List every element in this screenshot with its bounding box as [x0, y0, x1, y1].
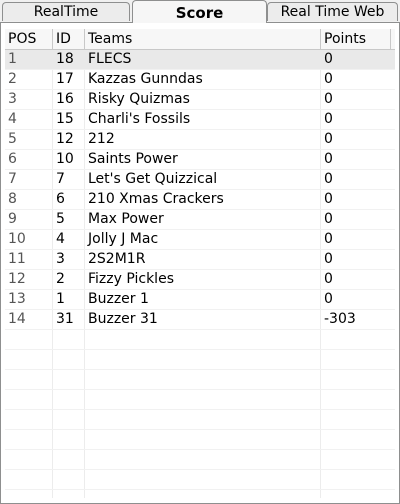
table-row[interactable]: 8 6 210 Xmas Crackers 0: [5, 190, 395, 210]
cell-id: 1: [56, 291, 65, 307]
cell-team: 210 Xmas Crackers: [88, 191, 224, 207]
table-row[interactable]: 9 5 Max Power 0: [5, 210, 395, 230]
cell-id: 16: [56, 91, 74, 107]
empty-row[interactable]: [5, 470, 395, 490]
cell-pos: 13: [8, 291, 26, 307]
cell-points: 0: [324, 171, 333, 187]
empty-row[interactable]: [5, 450, 395, 470]
cell-id: 6: [56, 191, 65, 207]
cell-team: 2S2M1R: [88, 251, 146, 267]
cell-points: 0: [324, 211, 333, 227]
tab-score[interactable]: Score: [132, 0, 267, 23]
cell-pos: 7: [8, 171, 17, 187]
cell-team: 212: [88, 131, 115, 147]
table-row[interactable]: 4 15 Charli's Fossils 0: [5, 110, 395, 130]
cell-points: 0: [324, 271, 333, 287]
cell-id: 17: [56, 71, 74, 87]
cell-team: Let's Get Quizzical: [88, 171, 218, 187]
cell-team: Charli's Fossils: [88, 111, 191, 127]
cell-id: 7: [56, 171, 65, 187]
table-body: 1 18 FLECS 0 2 17 Kazzas Gunndas 0 3 16 Risky Quiz…: [5, 50, 395, 490]
cell-team: Buzzer 1: [88, 291, 149, 307]
cell-id: 5: [56, 211, 65, 227]
cell-team: FLECS: [88, 51, 132, 67]
table-row[interactable]: 11 3 2S2M1R 0: [5, 250, 395, 270]
table-row[interactable]: 2 17 Kazzas Gunndas 0: [5, 70, 395, 90]
table-row[interactable]: 7 7 Let's Get Quizzical 0: [5, 170, 395, 190]
cell-points: 0: [324, 51, 333, 67]
cell-pos: 3: [8, 91, 17, 107]
cell-team: Kazzas Gunndas: [88, 71, 203, 87]
cell-points: 0: [324, 91, 333, 107]
cell-points: 0: [324, 71, 333, 87]
score-table: POS ID Teams Points 1 18 FLECS 0 2 17 Kazzas G…: [5, 29, 395, 499]
table-row[interactable]: 10 4 Jolly J Mac 0: [5, 230, 395, 250]
table-row[interactable]: 13 1 Buzzer 1 0: [5, 290, 395, 310]
cell-team: Max Power: [88, 211, 164, 227]
cell-team: Saints Power: [88, 151, 178, 167]
empty-row[interactable]: [5, 390, 395, 410]
cell-id: 15: [56, 111, 74, 127]
cell-team: Buzzer 31: [88, 311, 158, 327]
cell-pos: 12: [8, 271, 26, 287]
empty-row[interactable]: [5, 330, 395, 350]
cell-pos: 9: [8, 211, 17, 227]
empty-row[interactable]: [5, 430, 395, 450]
cell-team: Fizzy Pickles: [88, 271, 174, 287]
cell-pos: 14: [8, 311, 26, 327]
cell-pos: 4: [8, 111, 17, 127]
cell-pos: 8: [8, 191, 17, 207]
cell-id: 18: [56, 51, 74, 67]
empty-row[interactable]: [5, 410, 395, 430]
cell-id: 31: [56, 311, 74, 327]
score-panel: POS ID Teams Points 1 18 FLECS 0 2 17 Kazzas G…: [0, 22, 400, 504]
cell-id: 12: [56, 131, 74, 147]
cell-points: 0: [324, 131, 333, 147]
column-header-pos[interactable]: POS: [5, 29, 53, 49]
cell-pos: 11: [8, 251, 26, 267]
cell-id: 4: [56, 231, 65, 247]
table-row[interactable]: 12 2 Fizzy Pickles 0: [5, 270, 395, 290]
cell-points: -303: [324, 311, 356, 327]
cell-pos: 10: [8, 231, 26, 247]
cell-team: Risky Quizmas: [88, 91, 190, 107]
cell-pos: 6: [8, 151, 17, 167]
cell-points: 0: [324, 111, 333, 127]
table-row[interactable]: 3 16 Risky Quizmas 0: [5, 90, 395, 110]
cell-points: 0: [324, 251, 333, 267]
cell-points: 0: [324, 151, 333, 167]
tab-bar: RealTime Real Time Web Score: [0, 0, 400, 23]
column-header-points[interactable]: Points: [321, 29, 391, 49]
cell-team: Jolly J Mac: [88, 231, 159, 247]
column-header-teams[interactable]: Teams: [85, 29, 321, 49]
cell-points: 0: [324, 291, 333, 307]
table-row[interactable]: 6 10 Saints Power 0: [5, 150, 395, 170]
cell-id: 2: [56, 271, 65, 287]
cell-pos: 2: [8, 71, 17, 87]
empty-row[interactable]: [5, 350, 395, 370]
table-row[interactable]: 14 31 Buzzer 31 -303: [5, 310, 395, 330]
table-row[interactable]: 5 12 212 0: [5, 130, 395, 150]
cell-pos: 5: [8, 131, 17, 147]
tab-realtime[interactable]: RealTime: [2, 2, 130, 21]
column-header-id[interactable]: ID: [53, 29, 85, 49]
empty-row[interactable]: [5, 370, 395, 390]
table-header: POS ID Teams Points: [5, 29, 395, 50]
table-row[interactable]: 1 18 FLECS 0: [5, 50, 395, 70]
tab-real-time-web[interactable]: Real Time Web: [267, 2, 398, 21]
cell-points: 0: [324, 231, 333, 247]
cell-pos: 1: [8, 51, 17, 67]
cell-id: 10: [56, 151, 74, 167]
cell-points: 0: [324, 191, 333, 207]
cell-id: 3: [56, 251, 65, 267]
